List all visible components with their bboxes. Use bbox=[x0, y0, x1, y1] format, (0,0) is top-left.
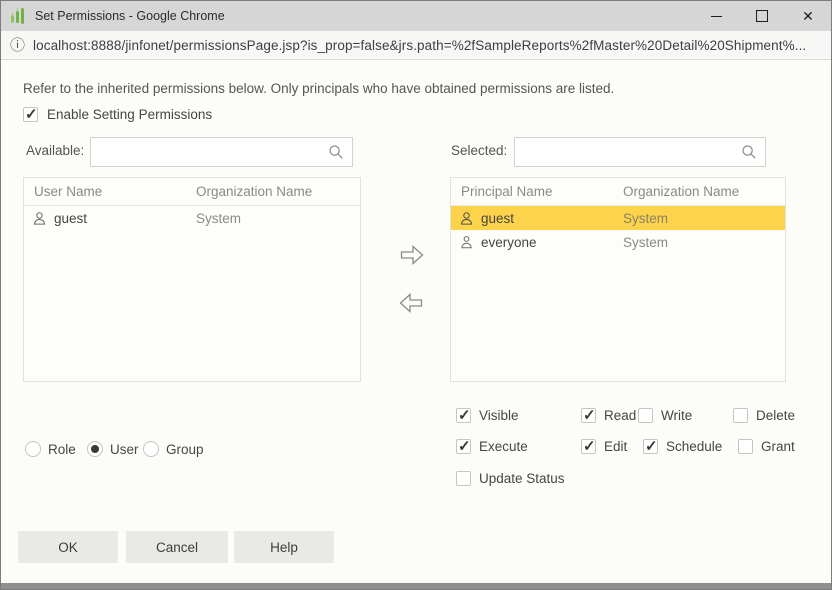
permission-update-status[interactable]: Update Status bbox=[456, 471, 565, 486]
radio-user[interactable]: User bbox=[87, 441, 139, 457]
window-bottom-frame bbox=[1, 583, 831, 589]
move-right-button[interactable] bbox=[399, 244, 425, 271]
ok-button[interactable]: OK bbox=[18, 531, 118, 563]
role-radio-button[interactable] bbox=[25, 441, 41, 457]
grant-label: Grant bbox=[761, 439, 795, 454]
update-status-checkbox[interactable] bbox=[456, 471, 471, 486]
permission-grant[interactable]: Grant bbox=[738, 439, 795, 454]
permission-edit[interactable]: Edit bbox=[581, 439, 627, 454]
delete-label: Delete bbox=[756, 408, 795, 423]
close-button[interactable]: ✕ bbox=[785, 1, 831, 31]
search-icon bbox=[741, 144, 757, 160]
column-header-principal-name: Principal Name bbox=[451, 184, 623, 199]
execute-label: Execute bbox=[479, 439, 528, 454]
read-label: Read bbox=[604, 408, 636, 423]
organization-name: System bbox=[623, 235, 668, 250]
visible-checkbox[interactable] bbox=[456, 408, 471, 423]
principal-name: guest bbox=[54, 211, 87, 226]
execute-checkbox[interactable] bbox=[456, 439, 471, 454]
column-header-user-name: User Name bbox=[24, 184, 196, 199]
principal-name: guest bbox=[481, 211, 514, 226]
window-controls: ✕ bbox=[693, 1, 831, 31]
radio-group[interactable]: Group bbox=[143, 441, 204, 457]
schedule-checkbox[interactable] bbox=[643, 439, 658, 454]
edit-checkbox[interactable] bbox=[581, 439, 596, 454]
set-permissions-window: Set Permissions - Google Chrome ✕ ⓘ loca… bbox=[0, 0, 832, 590]
enable-permissions-checkbox-row[interactable]: Enable Setting Permissions bbox=[23, 107, 212, 122]
available-table: User Name Organization Name guest System bbox=[23, 177, 361, 382]
page-info-icon[interactable]: ⓘ bbox=[10, 38, 25, 53]
permission-delete[interactable]: Delete bbox=[733, 408, 795, 423]
write-checkbox[interactable] bbox=[638, 408, 653, 423]
cancel-button[interactable]: Cancel bbox=[126, 531, 228, 563]
column-header-organization-name: Organization Name bbox=[196, 184, 312, 199]
available-label: Available: bbox=[26, 143, 84, 158]
selected-table-header: Principal Name Organization Name bbox=[451, 178, 785, 206]
available-search-input[interactable] bbox=[91, 145, 328, 160]
column-header-organization-name: Organization Name bbox=[623, 184, 739, 199]
selected-label: Selected: bbox=[451, 143, 507, 158]
read-checkbox[interactable] bbox=[581, 408, 596, 423]
table-row[interactable]: everyone System bbox=[451, 230, 785, 254]
app-logo-icon bbox=[9, 7, 27, 25]
window-titlebar: Set Permissions - Google Chrome ✕ bbox=[1, 1, 831, 31]
everyone-icon bbox=[459, 235, 474, 250]
principal-name: everyone bbox=[481, 235, 537, 250]
table-row[interactable]: guest System bbox=[24, 206, 360, 230]
user-icon bbox=[32, 211, 47, 226]
minimize-button[interactable] bbox=[693, 1, 739, 31]
organization-name: System bbox=[623, 211, 668, 226]
update-status-label: Update Status bbox=[479, 471, 565, 486]
schedule-label: Schedule bbox=[666, 439, 722, 454]
selected-table: Principal Name Organization Name guest S… bbox=[450, 177, 786, 382]
close-icon: ✕ bbox=[802, 9, 814, 23]
move-left-button[interactable] bbox=[398, 292, 424, 319]
delete-checkbox[interactable] bbox=[733, 408, 748, 423]
maximize-button[interactable] bbox=[739, 1, 785, 31]
window-title: Set Permissions - Google Chrome bbox=[35, 9, 225, 23]
grant-checkbox[interactable] bbox=[738, 439, 753, 454]
address-bar[interactable]: ⓘ localhost:8888/jinfonet/permissionsPag… bbox=[1, 31, 831, 60]
group-label: Group bbox=[166, 442, 204, 457]
group-radio-button[interactable] bbox=[143, 441, 159, 457]
help-button[interactable]: Help bbox=[234, 531, 334, 563]
write-label: Write bbox=[661, 408, 692, 423]
selected-search-input[interactable] bbox=[515, 145, 741, 160]
arrow-right-icon bbox=[399, 244, 425, 266]
permission-visible[interactable]: Visible bbox=[456, 408, 519, 423]
selected-search-box[interactable] bbox=[514, 137, 766, 167]
minimize-icon bbox=[711, 16, 722, 17]
permission-read[interactable]: Read bbox=[581, 408, 636, 423]
visible-label: Visible bbox=[479, 408, 519, 423]
user-label: User bbox=[110, 442, 139, 457]
search-icon bbox=[328, 144, 344, 160]
permission-execute[interactable]: Execute bbox=[456, 439, 528, 454]
url-text[interactable]: localhost:8888/jinfonet/permissionsPage.… bbox=[33, 38, 806, 53]
radio-role[interactable]: Role bbox=[25, 441, 76, 457]
available-search-box[interactable] bbox=[90, 137, 353, 167]
instruction-text: Refer to the inherited permissions below… bbox=[23, 81, 614, 96]
permission-schedule[interactable]: Schedule bbox=[643, 439, 722, 454]
enable-permissions-label: Enable Setting Permissions bbox=[47, 107, 212, 122]
maximize-icon bbox=[756, 10, 768, 22]
enable-permissions-checkbox[interactable] bbox=[23, 107, 38, 122]
arrow-left-icon bbox=[398, 292, 424, 314]
available-table-header: User Name Organization Name bbox=[24, 178, 360, 206]
table-row[interactable]: guest System bbox=[451, 206, 785, 230]
permission-write[interactable]: Write bbox=[638, 408, 692, 423]
user-radio-button[interactable] bbox=[87, 441, 103, 457]
role-label: Role bbox=[48, 442, 76, 457]
user-icon bbox=[459, 211, 474, 226]
organization-name: System bbox=[196, 211, 241, 226]
edit-label: Edit bbox=[604, 439, 627, 454]
